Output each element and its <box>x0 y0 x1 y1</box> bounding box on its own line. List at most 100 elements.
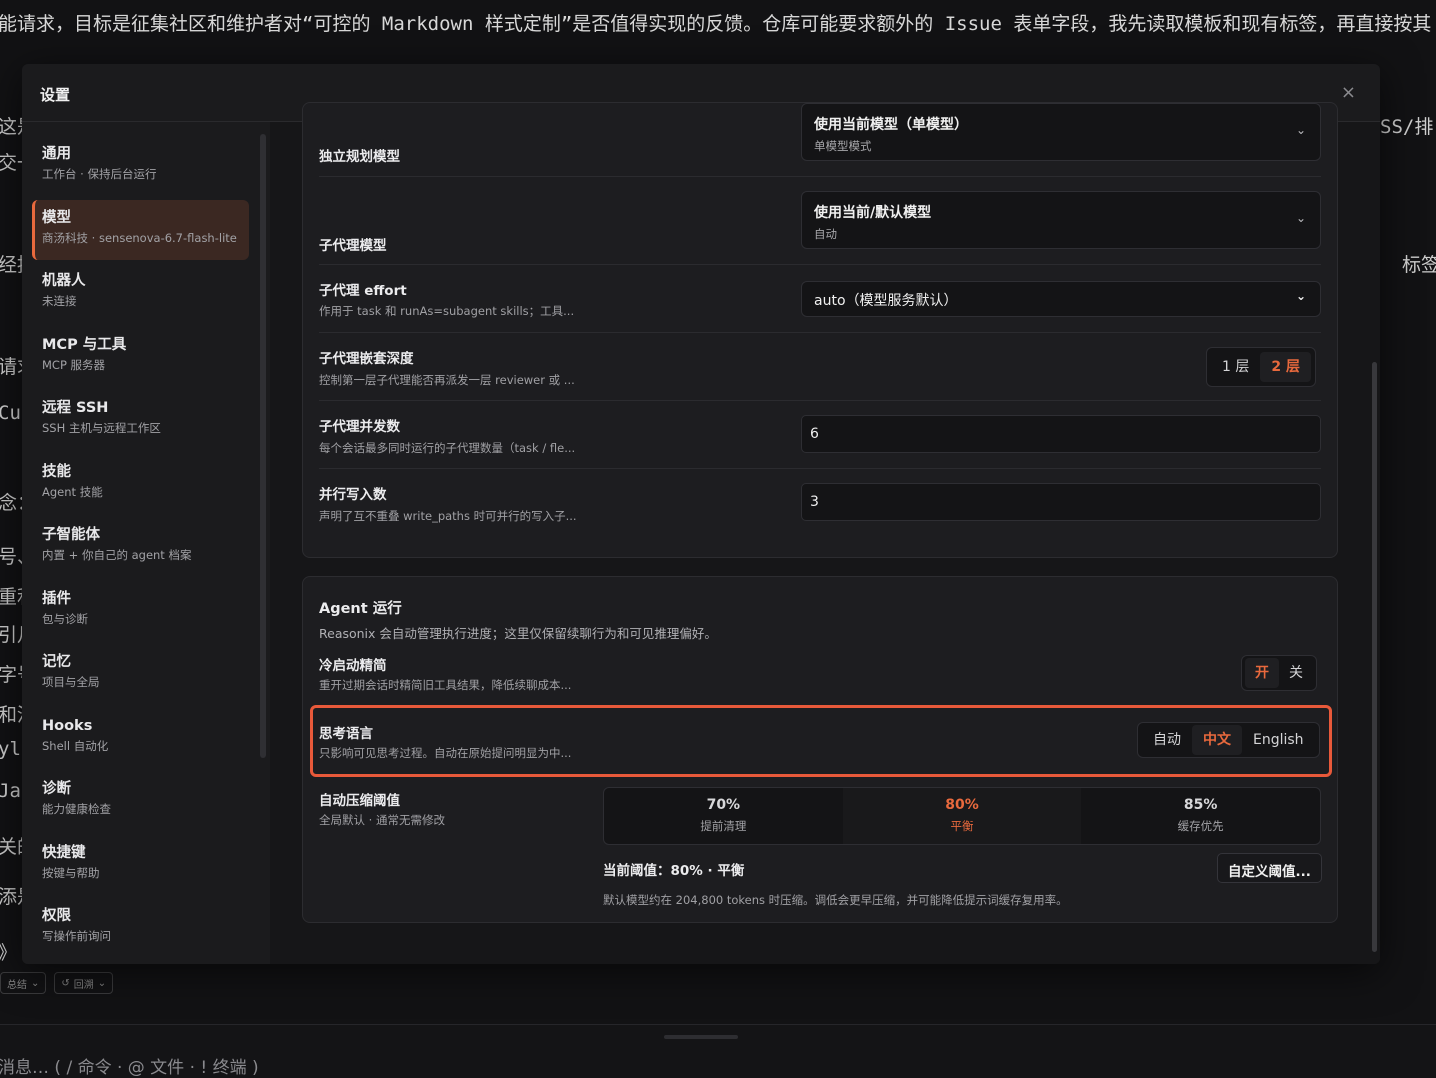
depth-option-2[interactable]: 2 层 <box>1260 352 1311 382</box>
background-fragment: SS/排 <box>1380 116 1434 138</box>
custom-threshold-button[interactable]: 自定义阈值... <box>1217 853 1322 883</box>
background-fragment: 请求 <box>0 356 24 378</box>
sidebar-item-plugins[interactable]: 插件 包与诊断 <box>32 581 249 641</box>
sidebar-item-skills[interactable]: 技能 Agent 技能 <box>32 454 249 514</box>
sidebar-item-title: Hooks <box>42 718 93 734</box>
threshold-option-80[interactable]: 80% 平衡 <box>842 788 1082 844</box>
sidebar-item-title: 插件 <box>42 591 71 607</box>
sidebar-item-hooks[interactable]: Hooks Shell 自动化 <box>32 708 249 768</box>
subagent-models-card: 独立规划模型 使用当前模型（单模型） 单模型模式 ⌄ 子代理模型 使用当前/默认… <box>302 102 1338 558</box>
threshold-option-85[interactable]: 85% 缓存优先 <box>1081 788 1320 844</box>
nesting-depth-toggle[interactable]: 1 层 2 层 <box>1206 347 1316 387</box>
settings-modal: 设置 × 通用工作台 · 保持后台运行 模型商汤科技 · sensenova-6.… <box>22 64 1380 964</box>
concurrency-input[interactable]: 6 <box>801 415 1321 453</box>
background-fragment: 经按 <box>0 254 24 276</box>
background-fragment: Cus <box>0 402 24 424</box>
row-divider <box>319 332 1321 333</box>
background-fragment: 交一 <box>0 152 24 174</box>
rewind-chip-label: 回溯 <box>73 979 94 991</box>
background-chip-bar: 总结 ⌄ ↺ 回溯 ⌄ <box>0 972 114 994</box>
background-fragment: 引月 <box>0 624 24 646</box>
cold-start-off[interactable]: 关 <box>1279 658 1313 688</box>
cold-start-on[interactable]: 开 <box>1245 658 1279 688</box>
sidebar-item-permissions[interactable]: 权限 写操作前询问 <box>32 898 249 958</box>
compress-threshold-options: 70% 提前清理 80% 平衡 85% 缓存优先 <box>603 787 1321 845</box>
background-fragment: 号、 <box>0 546 24 568</box>
sidebar-item-shortcuts[interactable]: 快捷键 按键与帮助 <box>32 835 249 895</box>
sidebar-item-title: 模型 <box>42 210 71 226</box>
sidebar-item-subtitle: MCP 服务器 <box>42 358 106 372</box>
subagent-effort-label: 子代理 effort <box>319 283 407 299</box>
sidebar-item-subtitle: Shell 自动化 <box>42 739 109 753</box>
rewind-icon: ↺ <box>61 977 70 989</box>
sidebar-item-title: 快捷键 <box>42 845 86 861</box>
threshold-label: 平衡 <box>950 819 974 833</box>
threshold-option-70[interactable]: 70% 提前清理 <box>604 788 843 844</box>
sidebar-item-subtitle: 按键与帮助 <box>42 866 100 880</box>
sidebar-item-title: 诊断 <box>42 781 71 797</box>
chevron-down-icon: ⌄ <box>1295 123 1306 137</box>
close-icon[interactable]: × <box>1341 82 1356 103</box>
compress-desc: 全局默认 · 通常无需修改 <box>319 813 445 827</box>
planner-model-select[interactable]: 使用当前模型（单模型） 单模型模式 ⌄ <box>801 103 1321 161</box>
sidebar-item-subtitle: Agent 技能 <box>42 485 103 499</box>
composer-resize-handle[interactable] <box>664 1035 738 1039</box>
row-divider <box>319 468 1321 469</box>
planner-model-sub: 单模型模式 <box>814 139 872 153</box>
sidebar-item-subtitle: 工作台 · 保持后台运行 <box>42 167 157 181</box>
sidebar-item-diagnostics[interactable]: 诊断 能力健康检查 <box>32 771 249 831</box>
summary-chip-label: 总结 <box>7 979 27 991</box>
subagent-model-select[interactable]: 使用当前/默认模型 自动 ⌄ <box>801 191 1321 249</box>
sidebar-item-subtitle: 商汤科技 · sensenova-6.7-flash-lite <box>42 231 237 245</box>
row-divider <box>319 176 1321 177</box>
depth-option-1[interactable]: 1 层 <box>1211 352 1260 382</box>
sidebar-item-subtitle: SSH 主机与远程工作区 <box>42 421 161 435</box>
cold-start-desc: 重开过期会话时精简旧工具结果，降低续聊成本... <box>319 678 572 692</box>
sidebar-item-mcp-tools[interactable]: MCP 与工具 MCP 服务器 <box>32 327 249 387</box>
background-fragment: Ja <box>0 780 21 802</box>
threshold-value: 70% <box>706 797 741 813</box>
sidebar-scrollbar[interactable] <box>260 134 266 758</box>
sidebar-item-memory[interactable]: 记忆 项目与全局 <box>32 644 249 704</box>
chevron-down-icon: ⌄ <box>97 977 107 989</box>
settings-sidebar: 通用工作台 · 保持后台运行 模型商汤科技 · sensenova-6.7-fla… <box>22 122 270 964</box>
summary-chip[interactable]: 总结 ⌄ <box>0 972 47 994</box>
sidebar-item-title: 通用 <box>42 146 71 162</box>
sidebar-item-bots[interactable]: 机器人 未连接 <box>32 263 249 323</box>
sidebar-item-title: 子智能体 <box>42 527 100 543</box>
sidebar-item-subagents[interactable]: 子智能体 内置 + 你自己的 agent 档案 <box>32 517 249 577</box>
content-scrollbar[interactable] <box>1372 362 1377 952</box>
rewind-chip[interactable]: ↺ 回溯 ⌄ <box>54 972 114 994</box>
parallel-writes-input[interactable]: 3 <box>801 483 1321 521</box>
agent-card-title: Agent 运行 <box>319 601 402 617</box>
background-fragment: 添是 <box>0 886 24 908</box>
threshold-label: 提前清理 <box>700 819 747 833</box>
subagent-effort-select[interactable]: auto（模型服务默认） ⌄ <box>801 281 1321 317</box>
background-fragment: 关的 <box>0 836 24 858</box>
sidebar-item-general[interactable]: 通用工作台 · 保持后台运行 <box>32 136 249 196</box>
background-fragment: 》 利 <box>0 938 24 965</box>
sidebar-item-title: 记忆 <box>42 654 71 670</box>
background-message-text: 能请求，目标是征集社区和维护者对“可控的 Markdown 样式定制”是否值得实… <box>0 13 1432 35</box>
parallel-writes-desc: 声明了互不重叠 write_paths 时可并行的写入子... <box>319 509 577 523</box>
sidebar-item-subtitle: 能力健康检查 <box>42 802 111 816</box>
threshold-label: 缓存优先 <box>1177 819 1224 833</box>
composer-placeholder: 消息… ( / 命令 · @ 文件 · ! 终端 ) <box>0 1058 259 1078</box>
nesting-depth-label: 子代理嵌套深度 <box>319 351 414 367</box>
subagent-effort-desc: 作用于 task 和 runAs=subagent skills；工具... <box>319 304 575 318</box>
chevron-down-icon: ⌄ <box>31 977 40 989</box>
current-threshold: 当前阈值：80% · 平衡 <box>603 863 745 879</box>
sidebar-item-models[interactable]: 模型商汤科技 · sensenova-6.7-flash-lite <box>32 200 249 260</box>
background-right-fragments: SS/排 标签 <box>1376 108 1436 288</box>
sidebar-item-remote-ssh[interactable]: 远程 SSH SSH 主机与远程工作区 <box>32 390 249 450</box>
sidebar-item-title: 机器人 <box>42 273 86 289</box>
background-fragment: 标签 <box>1402 254 1436 276</box>
modal-title: 设置 <box>40 86 71 104</box>
cold-start-toggle[interactable]: 开 关 <box>1241 655 1317 691</box>
sidebar-item-subtitle: 包与诊断 <box>42 612 88 626</box>
row-divider <box>319 264 1321 265</box>
subagent-model-value: 使用当前/默认模型 <box>814 205 932 221</box>
compress-note: 默认模型约在 204,800 tokens 时压缩。调低会更早压缩，并可能降低提… <box>603 893 1068 907</box>
sidebar-item-subtitle: 项目与全局 <box>42 675 100 689</box>
subagent-model-label: 子代理模型 <box>319 238 387 254</box>
